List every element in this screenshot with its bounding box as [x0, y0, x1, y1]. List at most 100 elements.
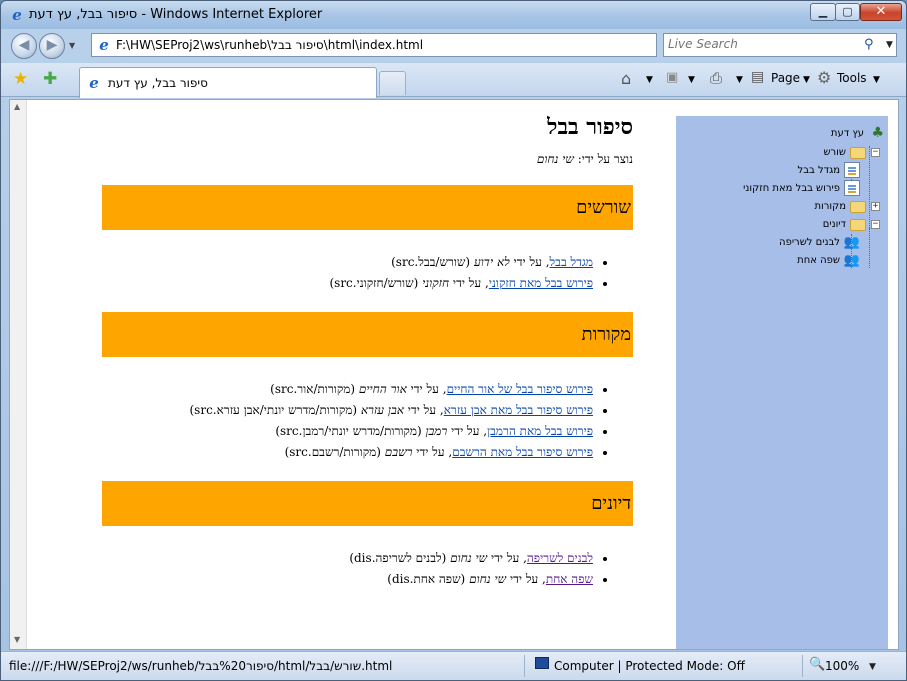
feeds-dropdown-icon[interactable]: ▼ — [688, 75, 695, 85]
security-zone[interactable]: Computer | Protected Mode: Off — [554, 659, 745, 673]
item-link[interactable]: פירוש בבל מאת הרמבן — [487, 424, 593, 438]
maximize-icon: ▢ — [842, 5, 853, 18]
tree-label-bricks: לבנים לשריפה — [779, 237, 840, 248]
section-heading: דיונים — [102, 481, 633, 526]
status-url: file:///F:/HW/SEProj2/ws/runheb/סיפור%20… — [9, 659, 393, 673]
page-title: סיפור בבל — [547, 114, 633, 140]
scroll-down-icon[interactable]: ▼ — [14, 635, 20, 644]
item-path: (מקורות/אור.src) — [270, 382, 356, 396]
item-author: שי נחום — [450, 551, 488, 565]
address-text[interactable]: F:\HW\SEProj2\ws\runheb\סיפור בבל\html\i… — [116, 38, 423, 52]
favorites-star-icon[interactable]: ★ — [13, 69, 28, 89]
search-box[interactable]: ⚲ ▼ — [663, 33, 897, 57]
tree-node-sources[interactable]: + מקורות — [700, 198, 880, 216]
page-viewport: ▲ ▼ סיפור בבל נוצר על ידי: שי נחום שורשי… — [9, 99, 899, 650]
tree-label-discussions: דיונים — [822, 219, 846, 230]
vertical-scrollbar[interactable]: ▲ ▼ — [10, 100, 27, 649]
tree-node-roots[interactable]: − שורש — [700, 144, 880, 162]
scroll-up-icon[interactable]: ▲ — [14, 102, 20, 111]
item-link[interactable]: פירוש בבל מאת חזקוני — [489, 276, 593, 290]
search-icon[interactable]: ⚲ — [864, 37, 874, 52]
status-divider — [802, 655, 803, 677]
list-item: מגדל בבל, על ידי לא ידוע (שורש/בבל.src) — [102, 252, 593, 273]
document-icon — [844, 180, 860, 196]
list-item: לבנים לשריפה, על ידי שי נחום (לבנים לשרי… — [102, 548, 593, 569]
item-path: (לבנים לשריפה.dis) — [349, 551, 447, 565]
folder-open-icon — [850, 219, 866, 231]
expand-toggle-icon[interactable]: + — [871, 202, 880, 211]
collapse-toggle-icon[interactable]: − — [871, 220, 880, 229]
status-divider — [524, 655, 525, 677]
new-tab-button[interactable] — [379, 71, 406, 95]
item-path: (שפה אחת.dis) — [387, 572, 466, 586]
folder-open-icon — [850, 147, 866, 159]
by-label: על ידי — [410, 382, 439, 396]
item-path: (מקורות/רשבם.src) — [284, 445, 381, 459]
tree-node-chizkuni[interactable]: פירוש בבל מאת חזקוני — [680, 180, 860, 198]
tab-current[interactable]: e סיפור בבל, עץ דעת — [79, 67, 377, 98]
title-bar: e סיפור בבל, עץ דעת - Windows Internet E… — [1, 1, 906, 29]
zoom-level[interactable]: 100% — [825, 659, 859, 673]
list-item: פירוש בבל מאת הרמבן, על ידי רמבן (מקורות… — [102, 421, 593, 442]
tree-label-chizkuni: פירוש בבל מאת חזקוני — [743, 183, 840, 194]
back-button[interactable]: ◀ — [11, 33, 37, 59]
status-bar: file:///F:/HW/SEProj2/ws/runheb/סיפור%20… — [1, 651, 906, 680]
creator-line: נוצר על ידי: שי נחום — [102, 152, 633, 167]
item-path: (מקורות/מדרש יונתי/אבן עזרא.src) — [189, 403, 358, 417]
add-favorites-icon[interactable]: ✚ — [43, 69, 57, 89]
tree-node-bricks[interactable]: 👥 לבנים לשריפה — [680, 234, 860, 252]
address-toolbar: ◀ ▶ ▼ e F:\HW\SEProj2\ws\runheb\סיפור בב… — [1, 29, 906, 63]
maximize-button[interactable]: ▢ — [835, 3, 860, 21]
computer-icon — [535, 657, 549, 669]
page-menu-button[interactable]: Page — [771, 71, 800, 85]
list-item: פירוש סיפור בבל מאת הרשבם, על ידי רשבם (… — [102, 442, 593, 463]
window-title: סיפור בבל, עץ דעת - Windows Internet Exp… — [29, 7, 323, 22]
zoom-dropdown-icon[interactable]: ▼ — [869, 662, 876, 672]
tree-node-one-language[interactable]: 👥 שפה אחת — [680, 252, 860, 270]
tools-menu-button[interactable]: Tools — [837, 71, 867, 85]
creator-name: שי נחום — [536, 152, 574, 166]
page-dropdown-icon[interactable]: ▼ — [803, 75, 810, 85]
feeds-icon[interactable]: ▣ — [666, 70, 678, 85]
zoom-icon[interactable]: 🔍 — [809, 657, 825, 672]
item-link[interactable]: פירוש סיפור בבל של אור החיים — [447, 382, 593, 396]
item-link[interactable]: לבנים לשריפה — [527, 551, 593, 565]
section-heading: מקורות — [102, 312, 633, 357]
tree-sidebar: ♣ עץ דעת − שורש מגדל בבל פירוש בבל מאת ח… — [676, 116, 888, 649]
item-link[interactable]: מגדל בבל — [550, 255, 593, 269]
tools-gear-icon: ⚙ — [817, 68, 832, 87]
tree-node-babel-tower[interactable]: מגדל בבל — [680, 162, 860, 180]
item-author: רשבם — [384, 445, 413, 459]
by-label: על ידי — [407, 403, 437, 417]
minimize-button[interactable]: ▁ — [810, 3, 836, 21]
page-icon: ▤ — [751, 69, 765, 85]
home-icon[interactable]: ⌂ — [621, 69, 631, 88]
close-icon: ✕ — [875, 4, 887, 19]
tools-dropdown-icon[interactable]: ▼ — [873, 75, 880, 85]
home-dropdown-icon[interactable]: ▼ — [646, 75, 653, 85]
list-item: פירוש סיפור בבל מאת אבן עזרא, על ידי אבן… — [102, 400, 593, 421]
recent-pages-dropdown-icon[interactable]: ▼ — [69, 41, 75, 50]
item-author: רמבן — [425, 424, 448, 438]
item-link[interactable]: שפה אחת — [546, 572, 593, 586]
search-dropdown-icon[interactable]: ▼ — [886, 40, 893, 50]
close-button[interactable]: ✕ — [860, 3, 902, 21]
list-item: שפה אחת, על ידי שי נחום (שפה אחת.dis) — [102, 569, 593, 590]
collapse-toggle-icon[interactable]: − — [871, 148, 880, 157]
print-dropdown-icon[interactable]: ▼ — [736, 75, 743, 85]
print-icon[interactable]: ⎙ — [710, 69, 722, 87]
item-author: חזקוני — [422, 276, 450, 290]
item-author: לא ידוע — [473, 255, 510, 269]
item-link[interactable]: פירוש סיפור בבל מאת הרשבם — [452, 445, 593, 459]
item-link[interactable]: פירוש סיפור בבל מאת אבן עזרא — [444, 403, 593, 417]
forward-button[interactable]: ▶ — [39, 33, 65, 59]
users-icon: 👥 — [843, 253, 860, 268]
search-input[interactable] — [668, 37, 858, 51]
item-author: אבן עזרא — [360, 403, 404, 417]
tree-node-discussions[interactable]: − דיונים — [700, 216, 880, 234]
section-heading: שורשים — [102, 185, 633, 230]
address-bar[interactable]: e F:\HW\SEProj2\ws\runheb\סיפור בבל\html… — [91, 33, 737, 57]
ie-logo-icon: e — [12, 6, 22, 24]
tree-root[interactable]: ♣ עץ דעת — [684, 125, 884, 143]
tab-ie-icon: e — [89, 74, 99, 92]
